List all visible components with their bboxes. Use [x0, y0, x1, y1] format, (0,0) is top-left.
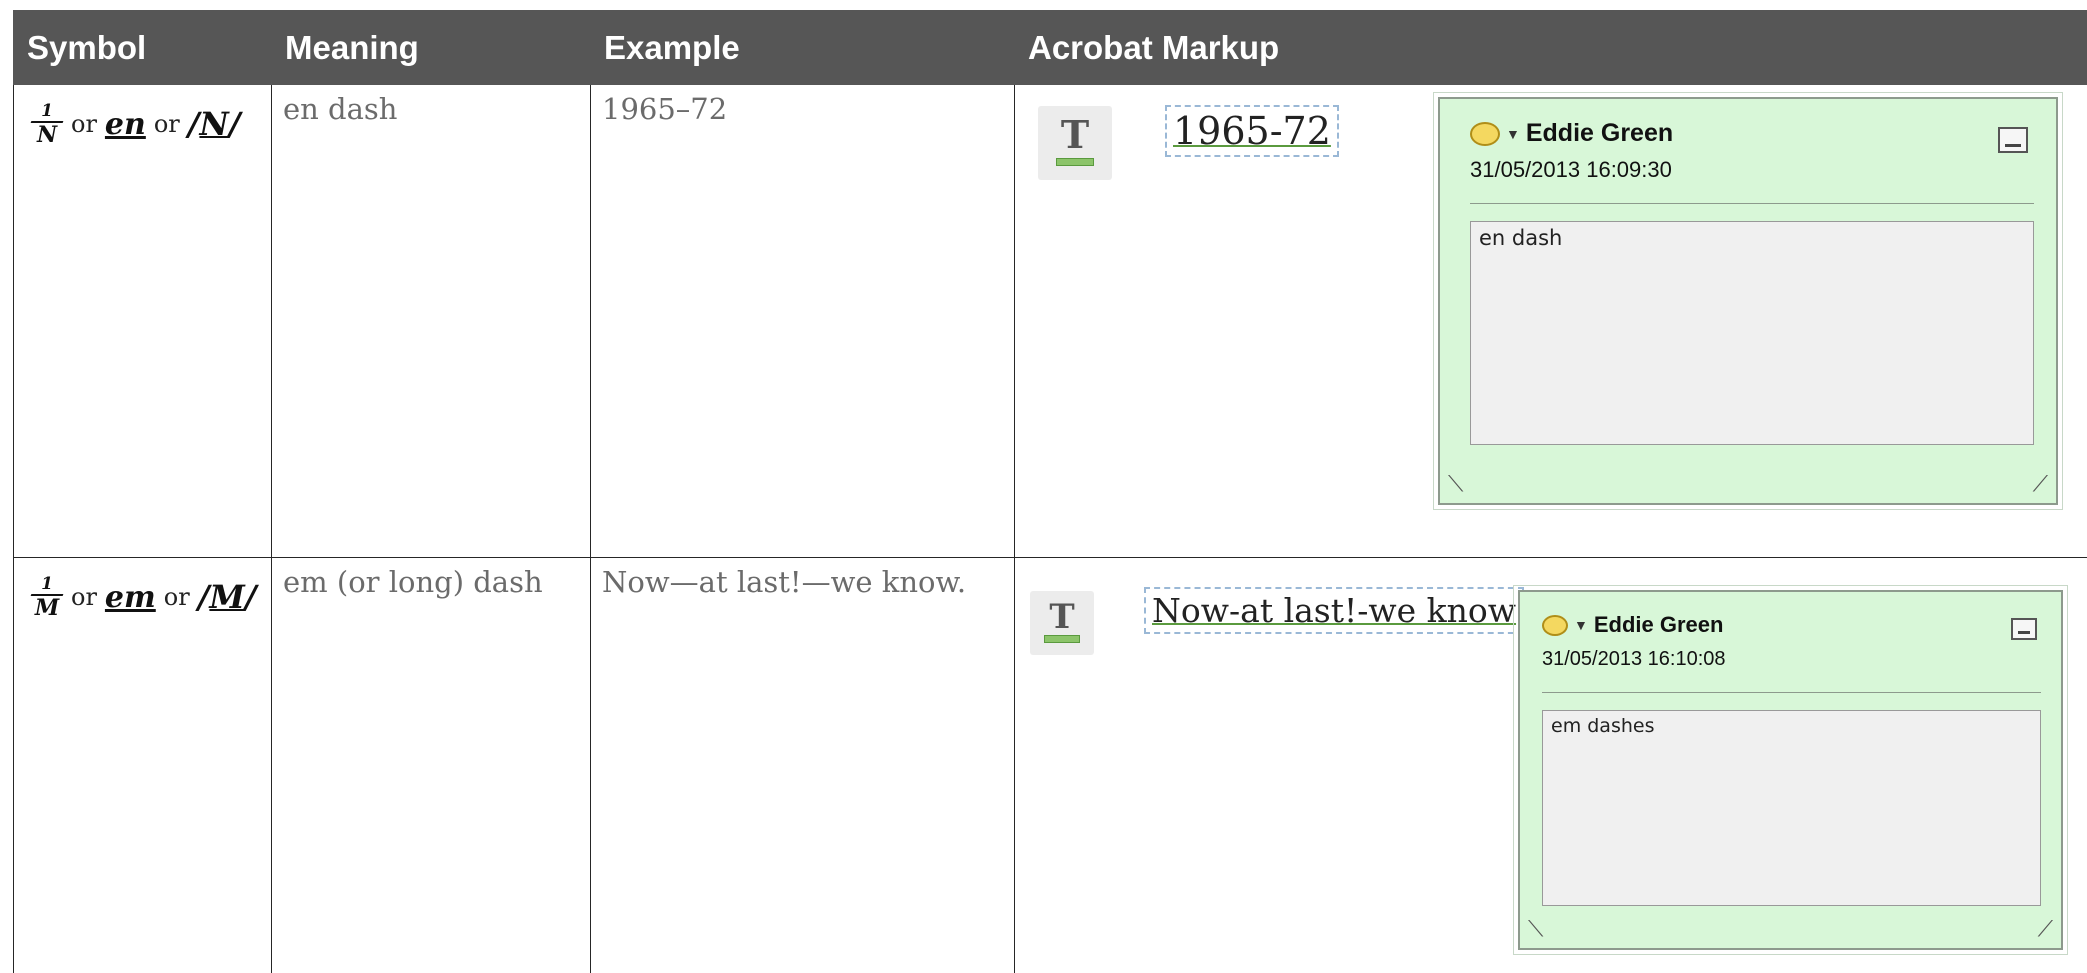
chevron-down-icon[interactable]: ▼ — [1506, 126, 1520, 142]
word-mark: en — [104, 106, 146, 142]
example-text: Now—at last!—we know. — [602, 565, 967, 599]
proof-marks-table: Symbol Meaning Example Acrobat Markup 1 … — [13, 10, 2087, 973]
fraction-mark: 1 M — [30, 575, 64, 619]
comment-author: ▼ Eddie Green — [1542, 612, 1723, 638]
divider — [1470, 203, 2034, 204]
divider — [1542, 692, 2041, 693]
fraction-mark: 1 N — [30, 102, 64, 146]
table-row: 1 M or em or /M/ em (or long) dash Now—a… — [13, 558, 2087, 973]
resize-grip-icon[interactable]: ⟍ — [1528, 917, 1543, 942]
header-example: Example — [604, 29, 740, 66]
chevron-down-icon[interactable]: ▼ — [1574, 617, 1588, 633]
marked-up-text[interactable]: 1965-72 — [1165, 105, 1339, 157]
slashed-mark: /N/ — [187, 105, 241, 143]
comment-text[interactable]: em dashes — [1542, 710, 2041, 906]
comment-bubble-icon — [1542, 614, 1568, 636]
proof-symbol-en: 1 N or en or /N/ — [30, 99, 241, 149]
comment-date: 31/05/2013 16:10:08 — [1542, 648, 1726, 670]
comment-popup[interactable]: ▼ Eddie Green 31/05/2013 16:10:08 em das… — [1513, 585, 2068, 955]
header-meaning: Meaning — [285, 29, 419, 66]
comment-bubble-icon — [1470, 121, 1500, 146]
marked-up-text[interactable]: Now-at last!-we know — [1144, 587, 1525, 634]
resize-grip-icon[interactable]: ⟋ — [2033, 472, 2048, 497]
table-header: Symbol Meaning Example Acrobat Markup — [13, 10, 2087, 85]
comment-date: 31/05/2013 16:09:30 — [1470, 157, 1672, 182]
meaning-text: em (or long) dash — [283, 565, 543, 599]
meaning-text: en dash — [283, 92, 398, 126]
header-acrobat-markup: Acrobat Markup — [1028, 29, 1280, 66]
header-symbol: Symbol — [27, 29, 147, 66]
text-underline-tool-icon[interactable]: T — [1038, 106, 1112, 180]
text-underline-tool-icon[interactable]: T — [1030, 591, 1094, 655]
word-mark: em — [104, 579, 156, 615]
resize-grip-icon[interactable]: ⟋ — [2038, 917, 2053, 942]
comment-author: ▼ Eddie Green — [1470, 119, 1673, 148]
slashed-mark: /M/ — [197, 578, 257, 616]
table-row: 1 N or en or /N/ en dash 1965–72 T 1965-… — [13, 85, 2087, 558]
example-text: 1965–72 — [602, 92, 728, 126]
minimize-icon[interactable] — [2011, 618, 2037, 640]
minimize-icon[interactable] — [1998, 127, 2028, 153]
proof-symbol-em: 1 M or em or /M/ — [30, 572, 257, 622]
resize-grip-icon[interactable]: ⟍ — [1448, 472, 1463, 497]
comment-text[interactable]: en dash — [1470, 221, 2034, 445]
comment-popup[interactable]: ▼ Eddie Green 31/05/2013 16:09:30 en das… — [1433, 92, 2063, 510]
